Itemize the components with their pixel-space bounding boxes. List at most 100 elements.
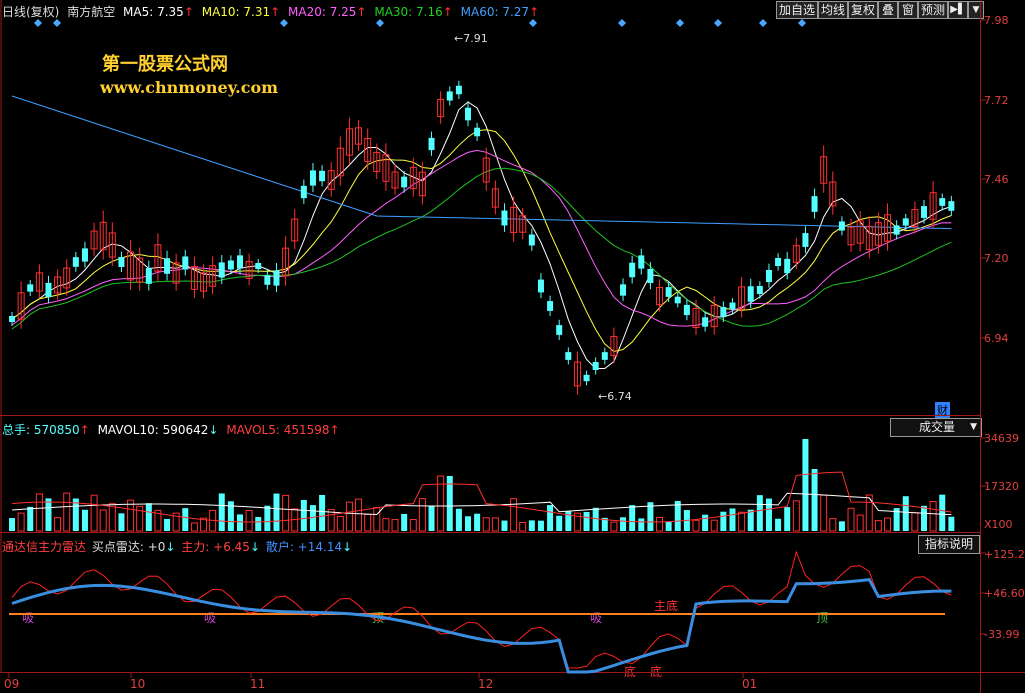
candle-body-down <box>775 257 782 267</box>
candle-body-down <box>948 201 955 211</box>
candle-body-down <box>446 91 453 101</box>
volume-bar-up <box>127 499 135 532</box>
candle-body-down <box>592 362 599 370</box>
volume-bar-down <box>474 513 481 531</box>
volume-bar-down <box>939 494 946 531</box>
candle-body-down <box>629 262 636 278</box>
volume-bar-down <box>948 516 955 531</box>
chart-frame <box>0 0 1025 693</box>
candle-body-down <box>756 286 763 294</box>
volume-bar-up <box>418 498 426 532</box>
candle-body-down <box>565 352 572 360</box>
volume-bar-up <box>63 492 71 532</box>
volume-bar-down <box>319 494 326 531</box>
volume-bar-up <box>610 521 618 532</box>
candle-body-down <box>902 218 909 226</box>
ma60-line <box>11 95 952 230</box>
volume-bar-up <box>929 500 937 532</box>
volume-bar-up <box>482 517 490 532</box>
volume-bar-down <box>811 469 818 531</box>
volume-bar-down <box>401 513 408 531</box>
candle-body-down <box>638 255 645 269</box>
ma30-line <box>11 167 952 330</box>
event-marker-diamond <box>529 19 537 27</box>
candle-body-down <box>455 85 462 95</box>
volume-bar-down <box>756 495 763 531</box>
volume-bar-down <box>729 508 736 531</box>
candle-body-down <box>501 210 508 226</box>
volume-bar-down <box>537 520 544 531</box>
volume-bar-down <box>629 505 636 531</box>
volume-bar-up <box>190 522 198 532</box>
volume-bar-up <box>792 500 800 532</box>
event-marker-diamond <box>759 19 767 27</box>
main-force-line <box>11 550 952 669</box>
volume-bar-down <box>838 521 845 531</box>
volume-bar-up <box>738 511 746 532</box>
volume-bar-up <box>108 503 116 532</box>
volume-bar-up <box>355 498 363 532</box>
volume-bar-up <box>710 519 718 532</box>
candle-body-down <box>237 255 243 269</box>
volume-bar-up <box>491 517 499 532</box>
volume-bar-up <box>373 507 381 532</box>
volume-bar-down <box>775 518 782 531</box>
volume-bar-down <box>528 520 535 531</box>
volume-bar-down <box>501 520 508 531</box>
event-markers[interactable] <box>34 19 806 27</box>
volume-bar-up <box>847 507 855 532</box>
volume-bar-down <box>455 508 462 531</box>
volume-bar-up <box>510 498 518 532</box>
candle-body-down <box>401 176 408 188</box>
candle-body-down <box>802 233 809 247</box>
volume-bar-up <box>35 493 43 532</box>
candle-body-down <box>765 269 772 283</box>
candle-body-down <box>921 206 927 218</box>
volume-average-lines <box>11 471 952 523</box>
candle-body-down <box>528 234 535 246</box>
candle-body-down <box>720 306 727 318</box>
volume-bar-up <box>656 516 664 532</box>
candle-body-down <box>227 260 234 270</box>
candle-body-down <box>556 325 563 335</box>
candle-body-down <box>620 284 627 296</box>
candle-body-down <box>702 317 709 327</box>
candle-body-down <box>273 270 280 286</box>
moving-average-lines <box>11 95 952 369</box>
volume-bar-down <box>81 509 88 531</box>
candle-body-down <box>182 256 189 270</box>
retail-line <box>11 577 952 674</box>
candle-body-down <box>27 284 34 292</box>
candle-body-down <box>218 262 225 278</box>
volume-bar-up <box>829 518 837 532</box>
volume-bar-up <box>884 517 892 532</box>
volume-bar-down <box>802 439 809 531</box>
candlesticks <box>9 80 955 395</box>
event-marker-diamond <box>798 19 806 27</box>
event-marker-diamond <box>676 19 684 27</box>
candle-body-down <box>939 198 946 206</box>
volume-bar-up <box>519 521 527 532</box>
volume-bar-up <box>99 509 107 532</box>
candle-body-down <box>583 374 590 382</box>
candle-body-down <box>665 287 672 297</box>
candle-body-down <box>784 258 791 274</box>
volume-bar-up <box>874 520 882 532</box>
candle-body-down <box>45 282 52 298</box>
volume-bar-up <box>90 494 98 532</box>
candle-body-down <box>683 304 690 316</box>
stock-chart[interactable] <box>0 0 1025 693</box>
volume-bar-down <box>118 513 125 531</box>
candle-body-down <box>300 185 307 199</box>
candle-body-down <box>647 268 654 284</box>
volume-bar-down <box>902 496 909 531</box>
volume-bar-up <box>336 516 344 532</box>
volume-bar-up <box>364 514 372 532</box>
candle-body-down <box>811 196 818 212</box>
candle-body-down <box>537 279 544 293</box>
volume-bar-up <box>54 517 62 532</box>
event-marker-diamond <box>618 19 626 27</box>
candle-body-down <box>601 352 608 360</box>
volume-bar-down <box>164 518 171 531</box>
event-marker-diamond <box>34 19 42 27</box>
